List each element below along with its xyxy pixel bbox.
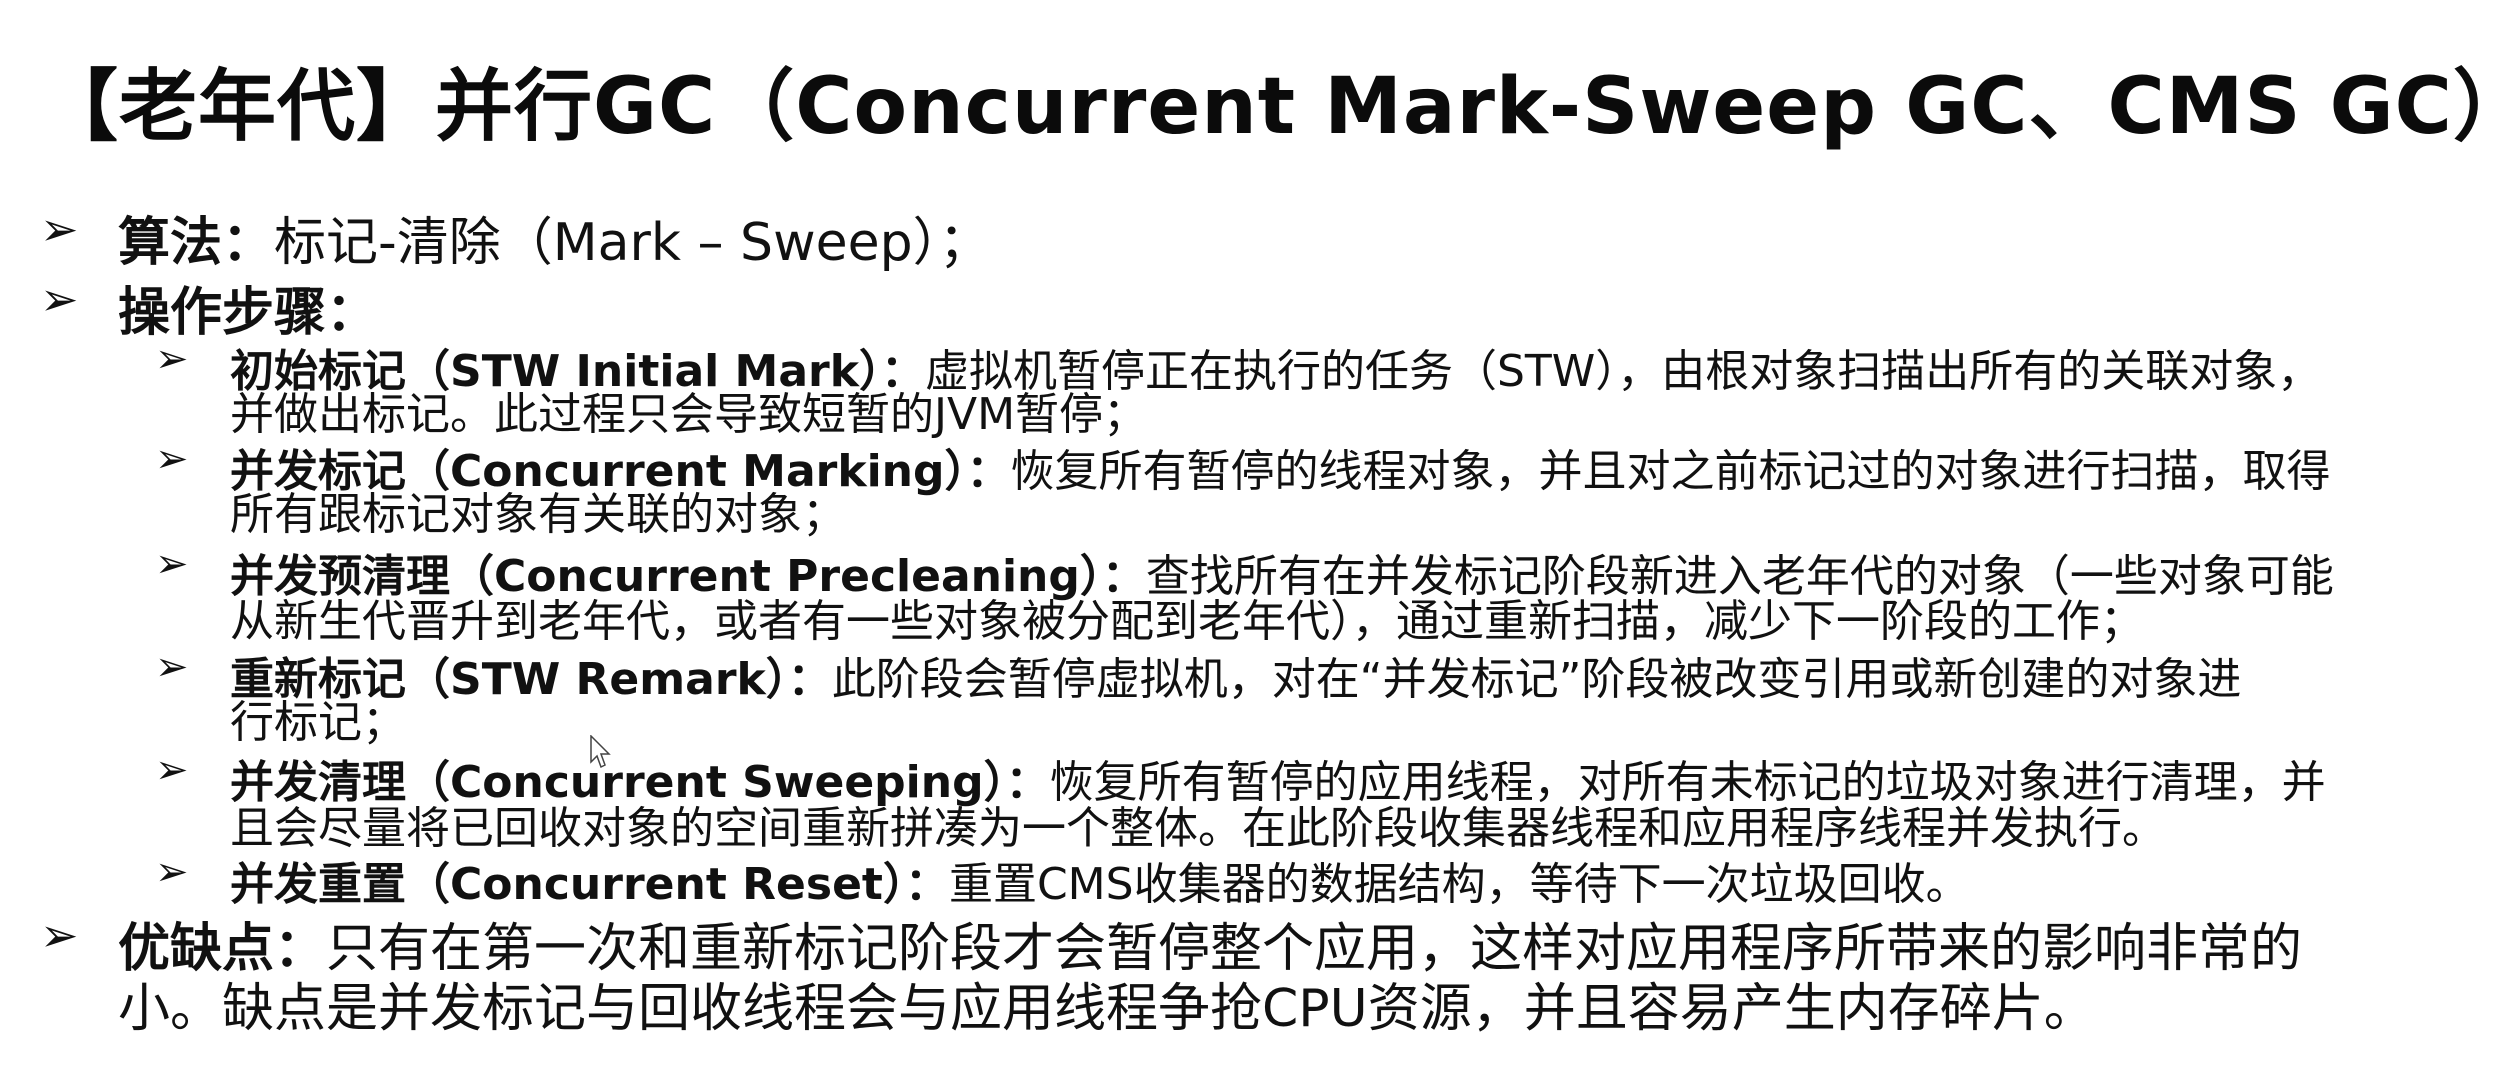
- mouse-cursor-icon: [590, 735, 611, 769]
- step-text-line2: 行标记；: [230, 697, 406, 748]
- step-label: 并发重置（Concurrent Reset）：: [230, 859, 949, 910]
- arrow-bullet-icon: ➢: [40, 272, 79, 326]
- step-text-line2: 并做出标记。此过程只会导致短暂的JVM暂停；: [230, 389, 1148, 440]
- steps-label: 操作步骤：: [118, 283, 379, 343]
- step-text-line2: 从新生代晋升到老年代，或者有一些对象被分配到老年代），通过重新扫描，减少下一阶段…: [230, 596, 2144, 647]
- slide-title: 【老年代】并行GC（Concurrent Mark-Sweep GC、CMS G…: [40, 62, 2520, 152]
- arrow-bullet-icon: ➢: [155, 849, 189, 895]
- arrow-bullet-icon: ➢: [40, 202, 79, 256]
- slide: 【老年代】并行GC（Concurrent Mark-Sweep GC、CMS G…: [0, 0, 2520, 1082]
- arrow-bullet-icon: ➢: [155, 644, 189, 690]
- step-text-line1: 此阶段会暂停虚拟机，对在“并发标记”阶段被改变引用或新创建的对象进: [831, 654, 2242, 705]
- arrow-bullet-icon: ➢: [155, 747, 189, 793]
- step-text-line1: 恢复所有暂停的线程对象，并且对之前标记过的对象进行扫描，取得: [1010, 446, 2331, 497]
- step-text-line2: 且会尽量将已回收对象的空间重新拼凑为一个整体。在此阶段收集器线程和应用程序线程并…: [230, 803, 2166, 854]
- arrow-bullet-icon: ➢: [155, 436, 189, 482]
- step-text-line1: 重置CMS收集器的数据结构，等待下一次垃圾回收。: [948, 859, 1970, 910]
- arrow-bullet-icon: ➢: [40, 908, 79, 962]
- pros-cons-line2: 小。缺点是并发标记与回收线程会与应用线程争抢CPU资源，并且容易产生内存碎片。: [118, 979, 2096, 1039]
- arrow-bullet-icon: ➢: [155, 336, 189, 382]
- algorithm-label: 算法：: [118, 213, 275, 273]
- step-text-line2: 所有跟标记对象有关联的对象；: [230, 489, 846, 540]
- algorithm-text: 标记-清除（Mark – Sweep）；: [274, 213, 991, 273]
- arrow-bullet-icon: ➢: [155, 541, 189, 587]
